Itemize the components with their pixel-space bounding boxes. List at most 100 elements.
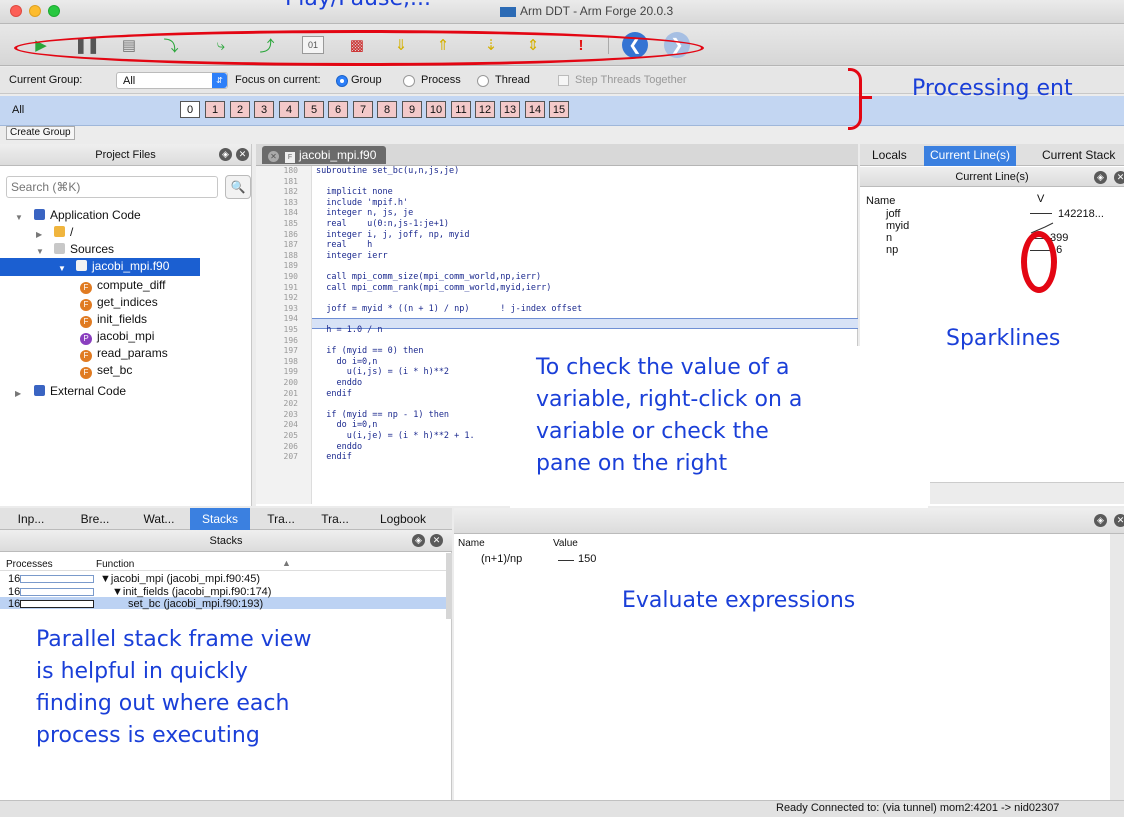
line-number[interactable]: 190 bbox=[262, 272, 298, 281]
line-number[interactable]: 187 bbox=[262, 240, 298, 249]
process-13-button[interactable]: 13 bbox=[500, 101, 520, 118]
line-number[interactable]: 200 bbox=[262, 378, 298, 387]
process-0-button[interactable]: 0 bbox=[180, 101, 200, 118]
line-number[interactable]: 183 bbox=[262, 198, 298, 207]
tab-logbook[interactable]: Logbook bbox=[366, 508, 440, 530]
line-number[interactable]: 193 bbox=[262, 304, 298, 313]
stack-row-function[interactable]: set_bc (jacobi_mpi.f90:193) bbox=[128, 598, 263, 610]
code-line[interactable]: call mpi_comm_size(mpi_comm_world,np,ier… bbox=[316, 272, 541, 282]
tab-locals[interactable]: Locals bbox=[866, 146, 913, 166]
code-line[interactable]: integer n, js, je bbox=[316, 208, 413, 218]
line-number[interactable]: 181 bbox=[262, 177, 298, 186]
tree-external-code[interactable]: External Code bbox=[34, 383, 126, 400]
step-threads-checkbox[interactable] bbox=[558, 75, 569, 86]
process-1-button[interactable]: 1 bbox=[205, 101, 225, 118]
code-line[interactable]: real u(0:n,js-1:je+1) bbox=[316, 219, 449, 229]
close-pane-icon[interactable]: ✕ bbox=[1114, 514, 1124, 527]
float-pane-icon[interactable]: ◈ bbox=[1094, 514, 1107, 527]
line-number[interactable]: 202 bbox=[262, 399, 298, 408]
process-8-button[interactable]: 8 bbox=[377, 101, 397, 118]
line-number[interactable]: 192 bbox=[262, 293, 298, 302]
code-line[interactable]: u(i,je) = (i * h)**2 + 1. bbox=[316, 431, 475, 441]
line-number[interactable]: 205 bbox=[262, 431, 298, 440]
code-line[interactable]: u(i,js) = (i * h)**2 bbox=[316, 367, 449, 377]
eval-expression-name[interactable]: (n+1)/np bbox=[481, 553, 522, 565]
tab-current-stack[interactable]: Current Stack bbox=[1036, 146, 1121, 166]
tab-watchpoints[interactable]: Wat... bbox=[134, 508, 184, 530]
tab-breakpoints[interactable]: Bre... bbox=[70, 508, 120, 530]
line-number[interactable]: 199 bbox=[262, 367, 298, 376]
tree-function-item[interactable]: Fset_bc bbox=[80, 362, 132, 379]
close-pane-icon[interactable]: ✕ bbox=[430, 534, 443, 547]
line-number[interactable]: 180 bbox=[262, 166, 298, 175]
process-5-button[interactable]: 5 bbox=[304, 101, 324, 118]
line-number[interactable]: 184 bbox=[262, 208, 298, 217]
tree-function-item[interactable]: Fread_params bbox=[80, 345, 168, 362]
code-line[interactable]: do i=0,n bbox=[316, 357, 377, 367]
expand-arrow-icon[interactable]: ▼ bbox=[15, 213, 23, 222]
code-line[interactable]: endif bbox=[316, 389, 352, 399]
collapsed-arrow-icon[interactable]: ▶ bbox=[36, 230, 42, 239]
code-line[interactable]: if (myid == 0) then bbox=[316, 346, 423, 356]
close-tab-icon[interactable]: ✕ bbox=[268, 151, 279, 162]
float-pane-icon[interactable]: ◈ bbox=[1094, 171, 1107, 184]
focus-thread-radio[interactable] bbox=[477, 75, 489, 87]
code-line[interactable]: include 'mpif.h' bbox=[316, 198, 408, 208]
line-number[interactable]: 201 bbox=[262, 389, 298, 398]
focus-process-radio[interactable] bbox=[403, 75, 415, 87]
float-pane-icon[interactable]: ◈ bbox=[219, 148, 232, 161]
tab-tracepoint-output[interactable]: Tra... bbox=[310, 508, 360, 530]
tree-function-item[interactable]: Pjacobi_mpi bbox=[80, 328, 154, 345]
process-10-button[interactable]: 10 bbox=[426, 101, 446, 118]
process-14-button[interactable]: 14 bbox=[525, 101, 545, 118]
minimize-window-button[interactable] bbox=[29, 5, 41, 17]
line-number[interactable]: 195 bbox=[262, 325, 298, 334]
code-line[interactable]: enddo bbox=[316, 378, 362, 388]
tab-current-lines[interactable]: Current Line(s) bbox=[924, 146, 1017, 166]
line-number[interactable]: 196 bbox=[262, 336, 298, 345]
var-np-name[interactable]: np bbox=[886, 244, 898, 256]
code-line[interactable]: if (myid == np - 1) then bbox=[316, 410, 449, 420]
close-pane-icon[interactable]: ✕ bbox=[236, 148, 249, 161]
process-11-button[interactable]: 11 bbox=[451, 101, 471, 118]
code-line[interactable]: integer i, j, joff, np, myid bbox=[316, 230, 469, 240]
line-number[interactable]: 204 bbox=[262, 420, 298, 429]
process-12-button[interactable]: 12 bbox=[475, 101, 495, 118]
search-input[interactable] bbox=[6, 176, 218, 198]
tree-root-folder[interactable]: / bbox=[54, 224, 73, 241]
tree-sources[interactable]: Sources bbox=[54, 241, 114, 258]
expand-arrow-icon[interactable]: ▼ bbox=[36, 247, 44, 256]
collapsed-arrow-icon[interactable]: ▶ bbox=[15, 389, 21, 398]
evaluate-scrollbar[interactable] bbox=[1110, 534, 1124, 800]
var-myid-name[interactable]: myid bbox=[886, 220, 909, 232]
var-joff-name[interactable]: joff bbox=[886, 208, 900, 220]
tab-input-output[interactable]: Inp... bbox=[6, 508, 56, 530]
tree-application-code[interactable]: Application Code bbox=[34, 207, 141, 224]
code-line[interactable]: call mpi_comm_rank(mpi_comm_world,myid,i… bbox=[316, 283, 551, 293]
stack-row-function[interactable]: ▼init_fields (jacobi_mpi.f90:174) bbox=[112, 586, 271, 598]
process-3-button[interactable]: 3 bbox=[254, 101, 274, 118]
code-line[interactable]: implicit none bbox=[316, 187, 393, 197]
code-line[interactable]: enddo bbox=[316, 442, 362, 452]
create-group-button[interactable]: Create Group bbox=[6, 126, 75, 140]
process-7-button[interactable]: 7 bbox=[353, 101, 373, 118]
process-2-button[interactable]: 2 bbox=[230, 101, 250, 118]
search-icon[interactable]: 🔍 bbox=[225, 175, 251, 199]
stack-row-function[interactable]: ▼jacobi_mpi (jacobi_mpi.f90:45) bbox=[100, 573, 260, 585]
line-number[interactable]: 206 bbox=[262, 442, 298, 451]
line-number[interactable]: 194 bbox=[262, 314, 298, 323]
current-group-select[interactable]: All ⇵ bbox=[116, 72, 228, 89]
process-15-button[interactable]: 15 bbox=[549, 101, 569, 118]
line-number[interactable]: 191 bbox=[262, 283, 298, 292]
code-line[interactable]: joff = myid * ((n + 1) / np) ! j-index o… bbox=[316, 304, 582, 314]
code-line[interactable]: endif bbox=[316, 452, 352, 462]
process-4-button[interactable]: 4 bbox=[279, 101, 299, 118]
tab-tracepoints[interactable]: Tra... bbox=[256, 508, 306, 530]
maximize-window-button[interactable] bbox=[48, 5, 60, 17]
float-pane-icon[interactable]: ◈ bbox=[412, 534, 425, 547]
tree-file-jacobi[interactable]: jacobi_mpi.f90 bbox=[76, 258, 169, 275]
tab-stacks[interactable]: Stacks bbox=[190, 508, 250, 530]
line-number[interactable]: 186 bbox=[262, 230, 298, 239]
line-number[interactable]: 189 bbox=[262, 261, 298, 270]
line-number[interactable]: 207 bbox=[262, 452, 298, 461]
